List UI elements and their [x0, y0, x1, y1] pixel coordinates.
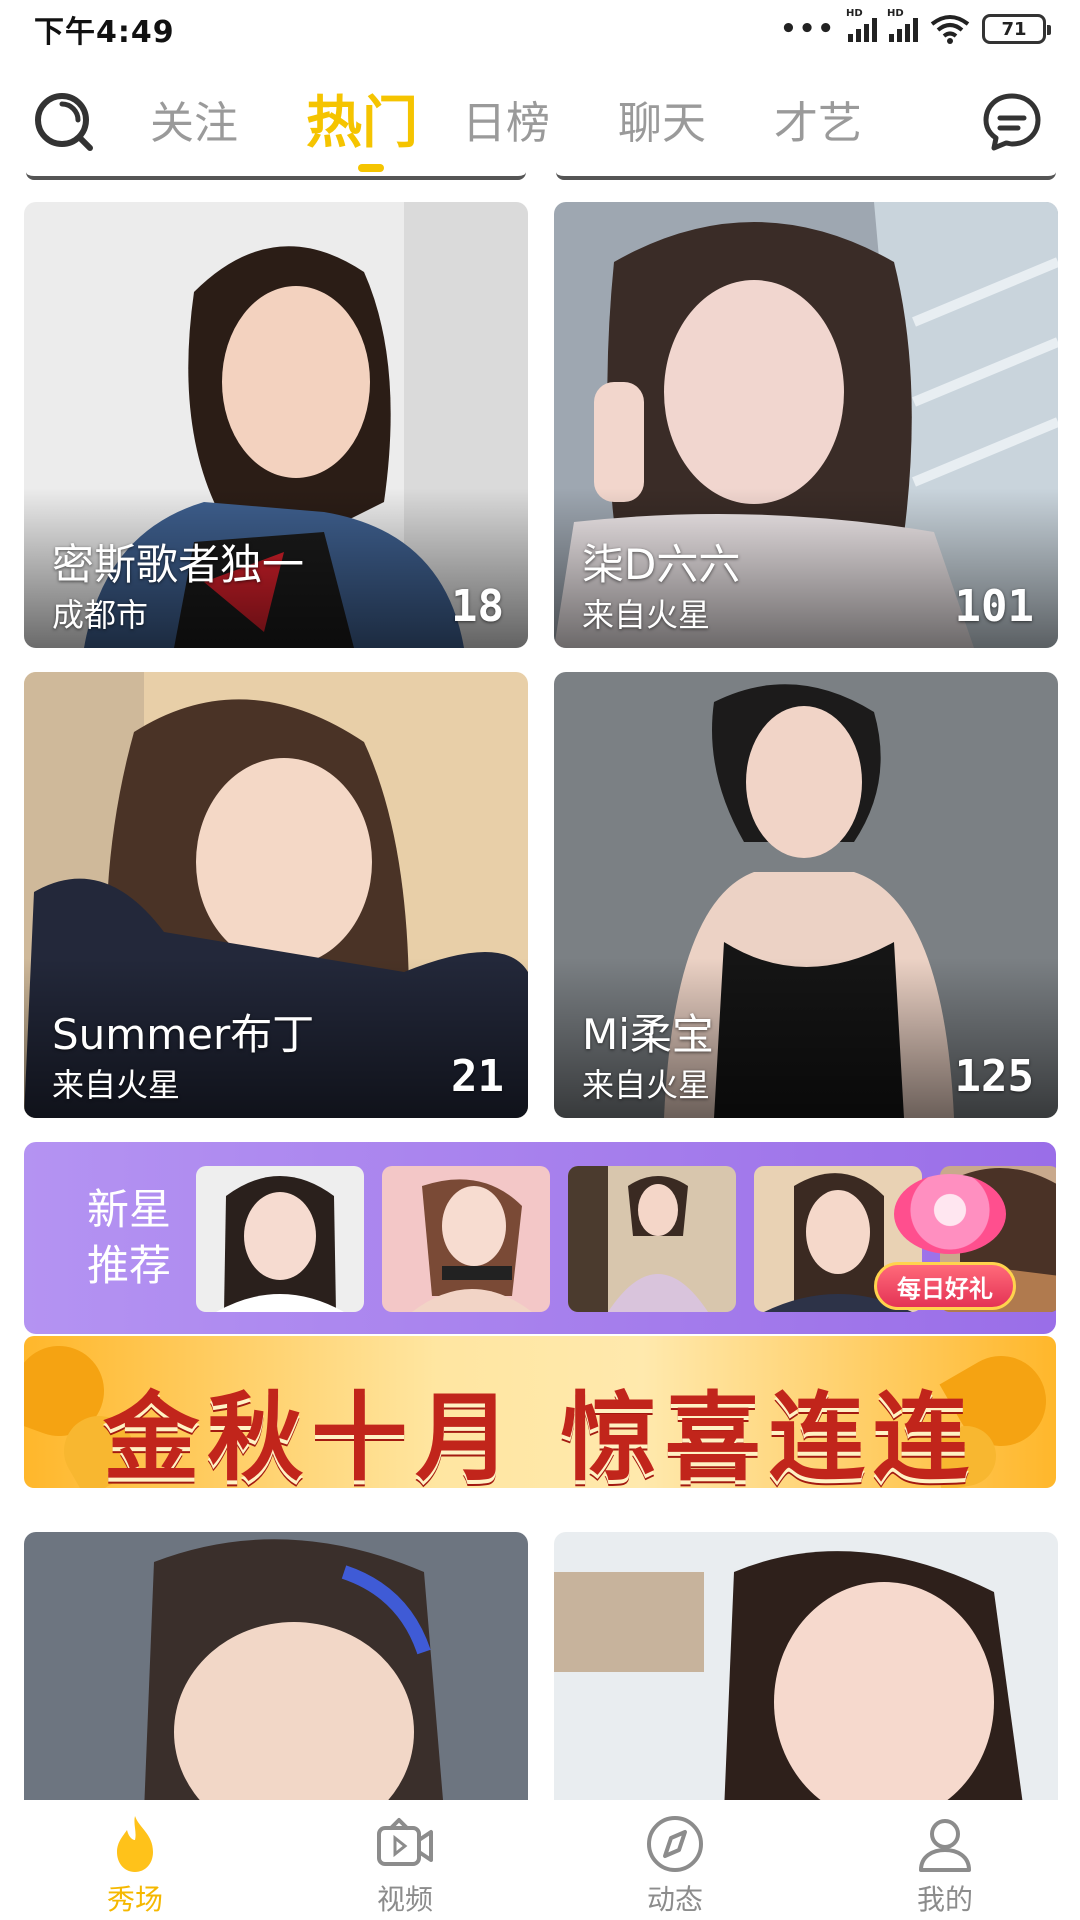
tabbar-item-show[interactable]: 秀场 [0, 1800, 270, 1920]
streamer-name: Mi柔宝 [582, 1010, 714, 1059]
streamer-location: 来自火星 [52, 1066, 181, 1104]
streamer-card[interactable]: 密斯歌者独一 成都市 18 [24, 202, 528, 648]
streamer-card[interactable] [24, 1532, 528, 1812]
tabbar-item-moments[interactable]: 动态 [540, 1800, 810, 1920]
gift-icon [894, 1174, 1006, 1254]
status-icons: ••• HD HD 71 [780, 8, 1051, 44]
status-time: 下午4:49 [34, 15, 175, 50]
streamer-card[interactable]: Mi柔宝 来自火星 125 [554, 672, 1058, 1118]
new-star-thumbnail[interactable] [568, 1166, 736, 1312]
tabbar-label: 我的 [916, 1883, 973, 1916]
streamer-card[interactable] [554, 1532, 1058, 1812]
tab-hot[interactable]: 热门 [306, 84, 462, 172]
status-bar: 下午4:49 ••• HD HD 71 [0, 0, 1080, 58]
battery-icon: 71 [982, 14, 1051, 44]
streamer-location: 来自火星 [582, 1066, 711, 1104]
compass-icon [647, 1816, 703, 1872]
new-star-thumbnail[interactable] [196, 1166, 364, 1312]
signal-hd-label: HD [846, 8, 863, 19]
new-star-thumbnail[interactable] [382, 1166, 550, 1312]
streamer-card[interactable]: 柒D六六 来自火星 101 [554, 202, 1058, 648]
tabbar-label: 秀场 [106, 1883, 163, 1916]
new-star-label-line1: 新星 [86, 1185, 171, 1234]
streamer-card[interactable]: Summer布丁 来自火星 21 [24, 672, 528, 1118]
top-nav: 关注 热门 日榜 聊天 才艺 [0, 70, 1080, 172]
card-peek-edge [26, 172, 526, 180]
new-star-label: 新星 推荐 [74, 1182, 184, 1294]
tabbar-label: 视频 [376, 1883, 433, 1916]
promo-banner[interactable]: 金秋十月 惊喜连连 [24, 1336, 1056, 1488]
flame-icon [117, 1816, 153, 1872]
daily-gift-badge[interactable]: 每日好礼 [874, 1262, 1016, 1310]
new-star-banner[interactable]: 新星 推荐 每日好礼 [24, 1142, 1056, 1334]
streamer-name: 密斯歌者独一 [52, 540, 305, 589]
tab-daily-rank[interactable]: 日榜 [462, 84, 618, 164]
bottom-tab-bar: 秀场 视频 动态 我的 [0, 1800, 1080, 1920]
tabbar-label: 动态 [646, 1883, 703, 1916]
message-icon[interactable] [980, 90, 1044, 154]
more-dots-icon: ••• [780, 14, 836, 44]
streamer-location: 成都市 [52, 596, 149, 634]
signal-icon: HD [887, 8, 918, 42]
profile-icon [919, 1819, 971, 1872]
streamer-photo [24, 1532, 528, 1812]
card-peek-edge [556, 172, 1056, 180]
streamer-location: 来自火星 [582, 596, 711, 634]
tab-chat[interactable]: 聊天 [618, 84, 774, 164]
wifi-icon [930, 15, 970, 44]
tabbar-item-profile[interactable]: 我的 [810, 1800, 1080, 1920]
streamer-name: Summer布丁 [52, 1010, 315, 1059]
viewer-count: 18 [451, 581, 504, 632]
viewer-count: 21 [451, 1051, 504, 1102]
signal-icon: HD [846, 8, 877, 42]
tabbar-item-video[interactable]: 视频 [270, 1800, 540, 1920]
viewer-count: 101 [954, 581, 1034, 632]
signal-hd-label: HD [887, 8, 904, 19]
promo-text: 金秋十月 惊喜连连 [103, 1381, 977, 1488]
tab-follow[interactable]: 关注 [150, 84, 306, 164]
viewer-count: 125 [954, 1051, 1034, 1102]
new-star-label-line2: 推荐 [86, 1241, 171, 1290]
tab-talent[interactable]: 才艺 [774, 84, 930, 164]
top-tabs: 关注 热门 日榜 聊天 才艺 [150, 84, 930, 172]
video-icon [377, 1818, 433, 1866]
streamer-photo [554, 1532, 1058, 1812]
streamer-name: 柒D六六 [582, 540, 741, 589]
search-icon[interactable] [32, 90, 96, 154]
